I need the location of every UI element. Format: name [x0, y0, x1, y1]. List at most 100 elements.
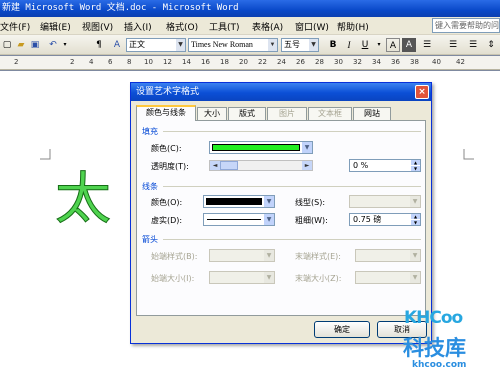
style-select[interactable]: 正文 ▼ — [126, 38, 186, 52]
fill-color-label: 颜色(C): — [151, 144, 182, 153]
menu-window[interactable]: 窗口(W) — [295, 20, 329, 33]
tab-web[interactable]: 网站 — [353, 107, 391, 120]
styles-icon[interactable]: ¶ — [92, 38, 106, 52]
bold-button[interactable]: B — [326, 38, 340, 52]
end-size-select[interactable]: ▼ — [355, 271, 421, 284]
underline-dropdown-icon[interactable]: ▾ — [372, 38, 386, 52]
dash-preview — [207, 219, 261, 220]
fill-color-picker[interactable]: ▼ — [209, 141, 313, 154]
ruler-number: 36 — [391, 58, 400, 66]
save-icon[interactable]: ▣ — [28, 38, 42, 52]
line-color-picker[interactable]: ▼ — [203, 195, 275, 208]
chevron-down-icon: ▼ — [264, 272, 274, 283]
ruler-number: 32 — [353, 58, 362, 66]
slider-thumb[interactable] — [220, 161, 238, 170]
font-size-select[interactable]: 五号 ▼ — [281, 38, 319, 52]
transparency-slider[interactable]: ◄ ► — [209, 160, 313, 171]
dash-select[interactable]: ▼ — [203, 213, 275, 226]
font-size-value: 五号 — [284, 40, 300, 49]
menu-bar: 文件(F) 编辑(E) 视图(V) 插入(I) 格式(O) 工具(T) 表格(A… — [0, 17, 500, 35]
open-folder-icon[interactable]: ▰ — [14, 38, 28, 52]
line-color-swatch — [206, 198, 262, 205]
end-style-select[interactable]: ▼ — [355, 249, 421, 262]
ruler-number: 30 — [334, 58, 343, 66]
formatting-toolbar: ▢ ▰ ▣ ↶ ▾ ¶ A 正文 ▼ Times New Roman ▼ 五号 … — [0, 35, 500, 55]
new-document-icon[interactable]: ▢ — [0, 38, 14, 52]
align-left-icon[interactable]: ☰ — [420, 38, 434, 52]
spin-up-icon[interactable]: ▲ — [411, 160, 420, 165]
align-center-icon[interactable]: ☰ — [446, 38, 460, 52]
chevron-down-icon: ▼ — [410, 250, 420, 261]
tab-textbox[interactable]: 文本框 — [308, 107, 352, 120]
spin-down-icon[interactable]: ▼ — [411, 220, 420, 225]
arrows-section-title: 箭头 — [142, 235, 158, 244]
begin-style-select[interactable]: ▼ — [209, 249, 275, 262]
transparency-input[interactable]: 0 % ▲ ▼ — [349, 159, 421, 172]
undo-dropdown-icon[interactable]: ▾ — [58, 38, 72, 52]
chevron-down-icon: ▼ — [410, 272, 420, 283]
weight-label: 粗细(W): — [295, 216, 328, 225]
slider-right-icon[interactable]: ► — [302, 161, 312, 170]
begin-style-label: 始端样式(B): — [151, 252, 198, 261]
site-watermark: KHCoo 科技库 khcoo.com — [400, 300, 500, 375]
colors-lines-panel: 填充 颜色(C): ▼ 透明度(T): ◄ ► 0 % ▲ ▼ 线条 颜色(O)… — [136, 120, 426, 316]
line-style-select[interactable]: ▼ — [349, 195, 421, 208]
line-spacing-icon[interactable]: ⇕ — [484, 38, 498, 52]
ruler-number: 10 — [144, 58, 153, 66]
menu-file[interactable]: 文件(F) — [0, 20, 30, 33]
styles-pane-icon[interactable]: A — [110, 38, 124, 52]
close-button[interactable]: × — [415, 85, 429, 99]
section-divider — [163, 131, 421, 132]
ruler-number: 12 — [163, 58, 172, 66]
menu-help[interactable]: 帮助(H) — [337, 20, 369, 33]
char-border-button[interactable]: A — [386, 38, 400, 52]
wordart-text[interactable]: 太 — [55, 171, 112, 228]
italic-button[interactable]: I — [342, 38, 356, 52]
ruler-number: 20 — [239, 58, 248, 66]
slider-left-icon[interactable]: ◄ — [210, 161, 220, 170]
tab-layout[interactable]: 版式 — [228, 107, 266, 120]
margin-corner-mark — [463, 149, 474, 160]
font-select[interactable]: Times New Roman ▼ — [188, 38, 278, 52]
ruler-number: 28 — [315, 58, 324, 66]
menu-tools[interactable]: 工具(T) — [209, 20, 240, 33]
menu-insert[interactable]: 插入(I) — [124, 20, 152, 33]
begin-size-select[interactable]: ▼ — [209, 271, 275, 284]
char-shading-button[interactable]: A — [402, 38, 416, 52]
spin-down-icon[interactable]: ▼ — [411, 166, 420, 171]
chevron-down-icon: ▼ — [268, 39, 277, 51]
ruler-number: 2 — [70, 58, 75, 66]
ruler-number: 2 — [14, 58, 19, 66]
ruler-number: 22 — [258, 58, 267, 66]
window-title-bar: 新建 Microsoft Word 文档.doc - Microsoft Wor… — [0, 0, 500, 17]
ruler-number: 34 — [372, 58, 381, 66]
watermark-logo: KHCoo — [404, 308, 463, 328]
chevron-down-icon: ▼ — [309, 39, 318, 51]
underline-button[interactable]: U — [358, 38, 372, 52]
ruler-number: 8 — [127, 58, 132, 66]
tab-colors-lines[interactable]: 颜色与线条 — [136, 105, 196, 121]
ruler-number: 14 — [182, 58, 191, 66]
menu-table[interactable]: 表格(A) — [252, 20, 283, 33]
tab-picture[interactable]: 图片 — [267, 107, 307, 120]
ruler-number: 24 — [277, 58, 286, 66]
window-title: 新建 Microsoft Word 文档.doc - Microsoft Wor… — [2, 3, 239, 13]
chevron-down-icon: ▼ — [302, 142, 312, 153]
horizontal-ruler[interactable]: 2 2 4 6 8 10 12 14 16 18 20 22 24 26 28 … — [0, 56, 500, 70]
menu-format[interactable]: 格式(O) — [166, 20, 198, 33]
end-style-label: 末端样式(E): — [295, 252, 341, 261]
transparency-value: 0 % — [353, 161, 369, 170]
ruler-number: 6 — [108, 58, 113, 66]
chevron-down-icon: ▼ — [176, 39, 185, 51]
spin-up-icon[interactable]: ▲ — [411, 214, 420, 219]
weight-input[interactable]: 0.75 磅 ▲ ▼ — [349, 213, 421, 226]
menu-view[interactable]: 视图(V) — [82, 20, 113, 33]
menu-edit[interactable]: 编辑(E) — [40, 20, 71, 33]
tab-size[interactable]: 大小 — [197, 107, 227, 120]
transparency-label: 透明度(T): — [151, 162, 189, 171]
justify-icon[interactable]: ☰ — [466, 38, 480, 52]
chevron-down-icon: ▼ — [410, 196, 420, 207]
help-search-input[interactable]: 键入需要帮助的问题 — [432, 18, 500, 33]
ruler-number: 26 — [296, 58, 305, 66]
ok-button[interactable]: 确定 — [314, 321, 370, 338]
